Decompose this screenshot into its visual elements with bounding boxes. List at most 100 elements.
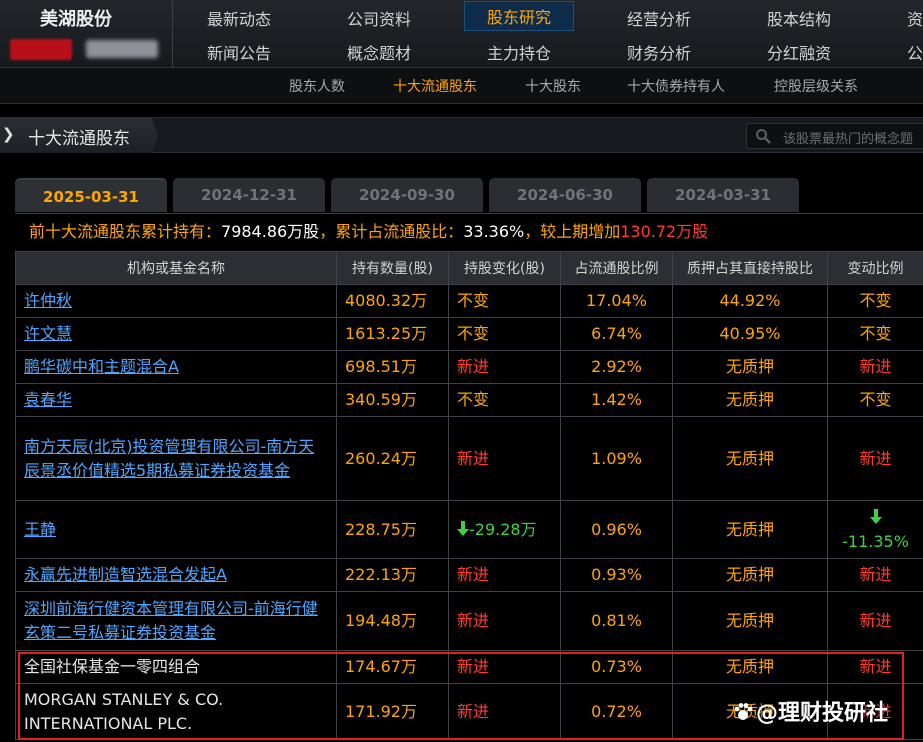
quantity-cell: 4080.32万 — [336, 284, 449, 318]
subnav-top10-float-holders[interactable]: 十大流通股东 — [393, 76, 477, 96]
table-row: 全国社保基金一零四组合 174.67万 新进 0.73% 无质押 新进 — [15, 650, 923, 684]
nav-dividends-financing[interactable]: 分红融资 — [767, 40, 831, 64]
holder-link[interactable]: 许仲秋 — [24, 291, 72, 310]
nav-shareholder-research[interactable]: 股东研究 — [464, 1, 575, 31]
watermark-text: @理财投研社 — [756, 701, 889, 726]
stock-brand: 美湖股份 — [0, 0, 172, 68]
change-cell: 新进 — [448, 591, 561, 651]
holder-link[interactable]: 深圳前海行健资本管理有限公司-前海行健玄策二号私募证券投资基金 — [24, 599, 318, 642]
col-header-change[interactable]: 持股变化(股) — [448, 251, 561, 285]
brand-divider — [172, 0, 173, 68]
holder-link[interactable]: 鹏华碳中和主题混合A — [24, 357, 179, 376]
nav-concepts[interactable]: 概念题材 — [347, 40, 411, 64]
float-ratio-cell: 17.04% — [560, 284, 673, 318]
col-header-change-pct[interactable]: 变动比例 — [827, 251, 923, 285]
nav-news-announcements[interactable]: 新闻公告 — [207, 40, 271, 64]
subnav-top10-holders[interactable]: 十大股东 — [525, 76, 581, 96]
change-pct-cell: 新进 — [827, 650, 923, 684]
table-row: 许文慧 1613.25万 不变 6.74% 40.95% 不变 — [15, 317, 923, 351]
float-ratio-cell: 1.42% — [560, 383, 673, 417]
pledge-ratio-cell: 无质押 — [672, 558, 828, 592]
change-value: -29.28万 — [469, 519, 537, 539]
sub-navbar: 股东人数 十大流通股东 十大股东 十大债券持有人 控股层级关系 — [0, 68, 923, 104]
holder-name-cell: 永赢先进制造智选混合发起A — [15, 558, 337, 592]
holder-link[interactable]: 南方天辰(北京)投资管理有限公司-南方天辰景丞价值精选5期私募证券投资基金 — [24, 437, 314, 480]
summary-label-increase: ，较上期增加 — [524, 222, 621, 241]
table-row: 深圳前海行健资本管理有限公司-前海行健玄策二号私募证券投资基金 194.48万 … — [15, 591, 923, 651]
table-row: 南方天辰(北京)投资管理有限公司-南方天辰景丞价值精选5期私募证券投资基金 26… — [15, 416, 923, 501]
quantity-cell: 1613.25万 — [336, 317, 449, 351]
watermark: @理财投研社 — [732, 695, 888, 727]
pledge-ratio-cell: 无质押 — [672, 383, 828, 417]
change-pct-cell: 不变 — [827, 317, 923, 351]
page-title: 十大流通股东 — [28, 129, 130, 149]
date-tab-2024-12-31[interactable]: 2024-12-31 — [173, 178, 325, 212]
date-tab-2025-03-31[interactable]: 2025-03-31 — [15, 178, 167, 212]
change-pct-cell: 新进 — [827, 350, 923, 384]
holder-name-cell: 王静 — [15, 500, 337, 559]
nav-main-holdings[interactable]: 主力持仓 — [487, 40, 551, 64]
holder-name-cell: 南方天辰(北京)投资管理有限公司-南方天辰景丞价值精选5期私募证券投资基金 — [15, 416, 337, 501]
pledge-ratio-cell: 无质押 — [672, 650, 828, 684]
change-pct-cell: 不变 — [827, 383, 923, 417]
date-tab-2024-06-30[interactable]: 2024-06-30 — [489, 178, 641, 212]
nav-company-profile[interactable]: 公司资料 — [347, 6, 411, 30]
quantity-cell: 228.75万 — [336, 500, 449, 559]
change-cell: 新进 — [448, 416, 561, 501]
float-ratio-cell: 2.92% — [560, 350, 673, 384]
quantity-cell: 222.13万 — [336, 558, 449, 592]
nav-announcement-cut[interactable]: 公 — [907, 40, 923, 64]
nav-share-structure[interactable]: 股本结构 — [767, 6, 831, 30]
table-header-row: 机构或基金名称 持有数量(股) 持股变化(股) 占流通股比例 质押占其直接持股比… — [15, 251, 923, 285]
quantity-cell: 698.51万 — [336, 350, 449, 384]
change-pct-cell: 不变 — [827, 284, 923, 318]
nav-operations-analysis[interactable]: 经营分析 — [627, 6, 691, 30]
subnav-shareholder-count[interactable]: 股东人数 — [289, 76, 345, 96]
change-pct-cell: 新进 — [827, 591, 923, 651]
holder-name-cell: 全国社保基金一零四组合 — [15, 650, 337, 684]
quantity-cell: 340.59万 — [336, 383, 449, 417]
float-ratio-cell: 6.74% — [560, 317, 673, 351]
change-cell: 不变 — [448, 284, 561, 318]
table-row: 许仲秋 4080.32万 不变 17.04% 44.92% 不变 — [15, 284, 923, 318]
summary-increase-value: 130.72万股 — [620, 222, 709, 241]
col-header-quantity[interactable]: 持有数量(股) — [336, 251, 449, 285]
subnav-holding-structure[interactable]: 控股层级关系 — [774, 76, 858, 96]
float-ratio-cell: 0.73% — [560, 650, 673, 684]
search-placeholder: 该股票最热门的概念题 — [783, 132, 914, 147]
stock-number-redacted — [86, 40, 158, 58]
date-tab-2024-03-31[interactable]: 2024-03-31 — [647, 178, 799, 212]
quantity-cell: 194.48万 — [336, 591, 449, 651]
concept-search-input[interactable]: 该股票最热门的概念题 — [746, 123, 923, 149]
pledge-ratio-cell: 无质押 — [672, 591, 828, 651]
float-ratio-cell: 0.93% — [560, 558, 673, 592]
change-cell: -29.28万 — [448, 500, 561, 559]
col-header-pledge-ratio[interactable]: 质押占其直接持股比 — [672, 251, 828, 285]
nav-latest-news[interactable]: 最新动态 — [207, 6, 271, 30]
stock-code-redacted — [10, 39, 72, 60]
holder-name-cell: 许仲秋 — [15, 284, 337, 318]
holder-link[interactable]: 永赢先进制造智选混合发起A — [24, 565, 227, 584]
change-pct-value: -11.35% — [842, 531, 909, 551]
paw-logo-icon — [734, 703, 753, 720]
holder-link[interactable]: 袁春华 — [24, 390, 72, 409]
col-header-name[interactable]: 机构或基金名称 — [15, 251, 337, 285]
quantity-cell: 260.24万 — [336, 416, 449, 501]
subnav-top10-bond-holders[interactable]: 十大债券持有人 — [627, 76, 725, 96]
pledge-ratio-cell: 40.95% — [672, 317, 828, 351]
holder-link[interactable]: 王静 — [24, 520, 56, 539]
table-row: 鹏华碳中和主题混合A 698.51万 新进 2.92% 无质押 新进 — [15, 350, 923, 384]
change-cell: 新进 — [448, 650, 561, 684]
date-tab-2024-09-30[interactable]: 2024-09-30 — [331, 178, 483, 212]
holder-name-cell: 许文慧 — [15, 317, 337, 351]
stock-name: 美湖股份 — [40, 9, 112, 30]
col-header-float-ratio[interactable]: 占流通股比例 — [560, 251, 673, 285]
holder-name-cell: 深圳前海行健资本管理有限公司-前海行健玄策二号私募证券投资基金 — [15, 591, 337, 651]
nav-financial-analysis[interactable]: 财务分析 — [627, 40, 691, 64]
top-navbar: 美湖股份 最新动态 公司资料 股东研究 经营分析 股本结构 资 新闻公告 概念题… — [0, 0, 923, 68]
pledge-ratio-cell: 无质押 — [672, 416, 828, 501]
change-pct-cell: 新进 — [827, 558, 923, 592]
holder-link[interactable]: 许文慧 — [24, 324, 72, 343]
nav-capital-cut[interactable]: 资 — [907, 6, 923, 30]
holder-name-cell: MORGAN STANLEY & CO. INTERNATIONAL PLC. — [15, 683, 337, 740]
